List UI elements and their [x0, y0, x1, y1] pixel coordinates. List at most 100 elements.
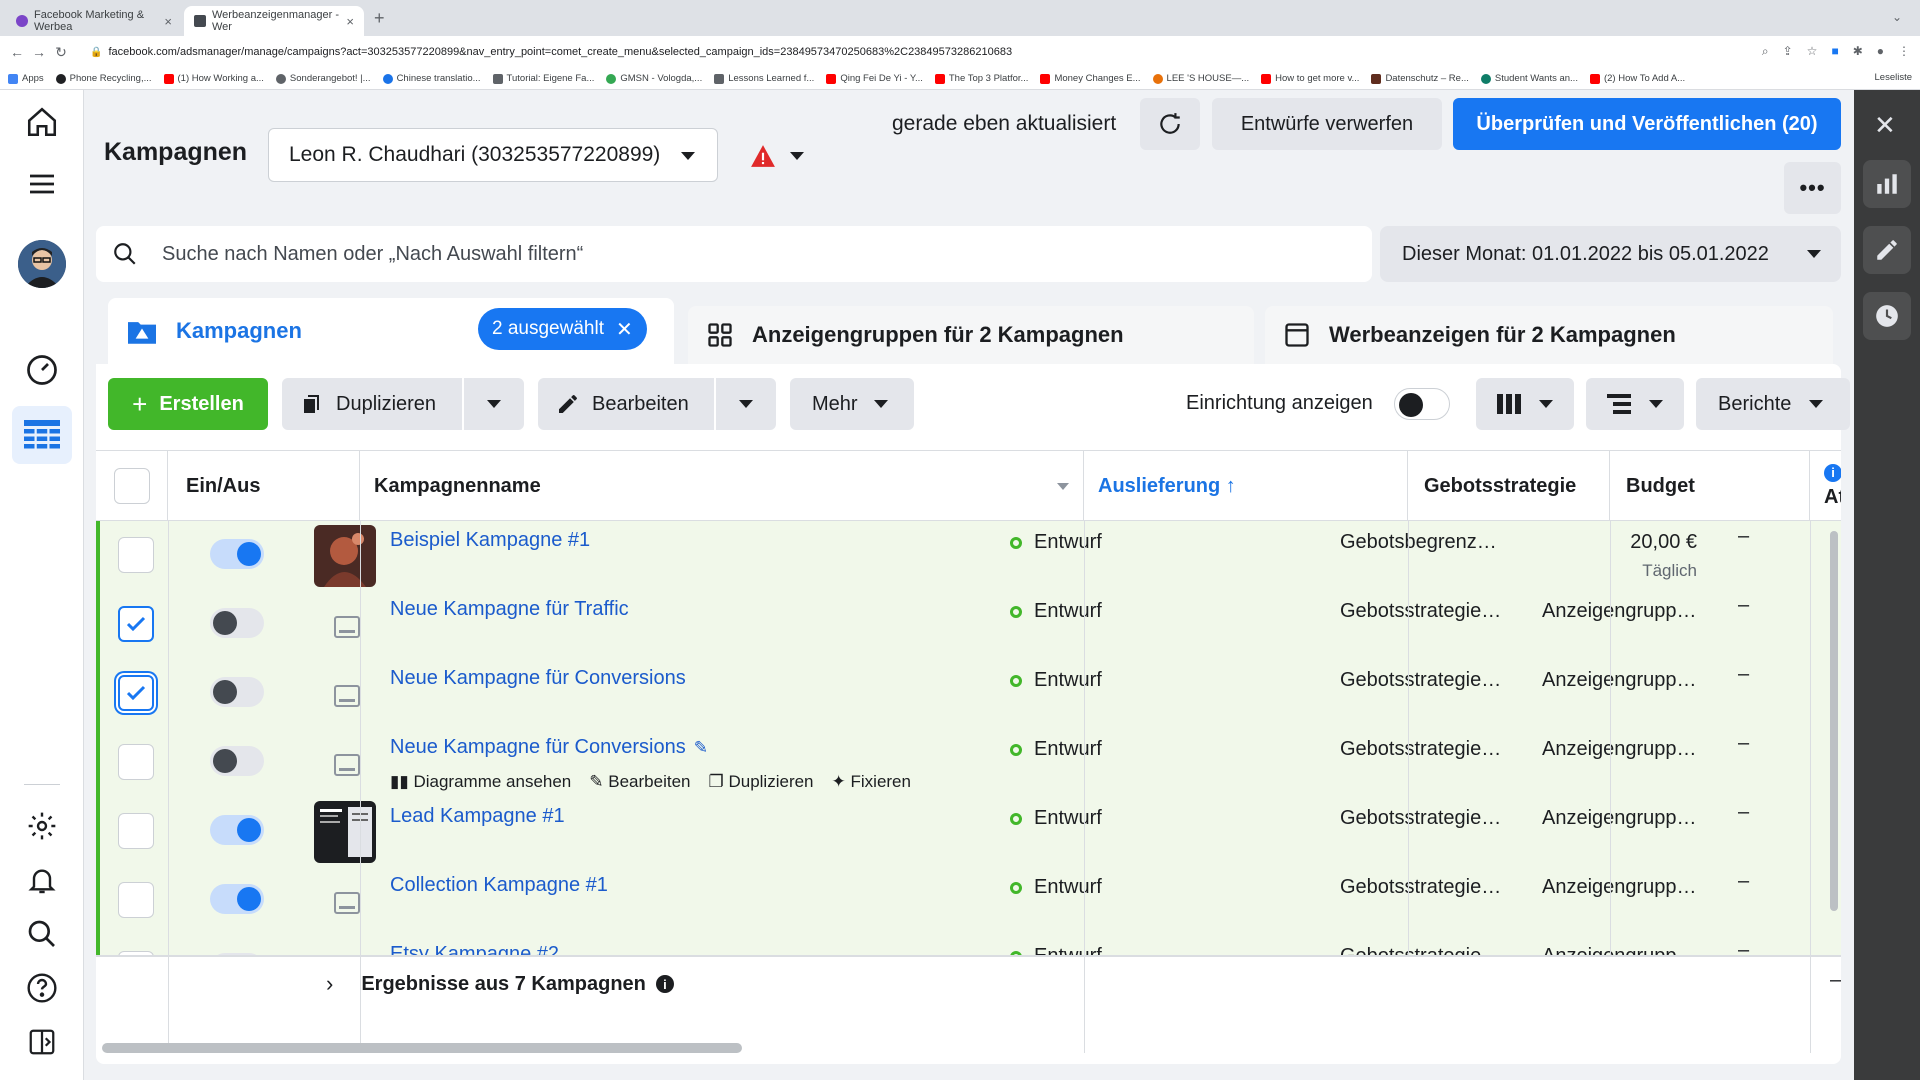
bookmark-item[interactable]: LEE 'S HOUSE—... — [1152, 73, 1249, 84]
url-field[interactable]: 🔒 facebook.com/adsmanager/manage/campaig… — [90, 40, 1830, 64]
campaign-name-link[interactable]: Lead Kampagne #1 — [390, 805, 565, 828]
campaign-name-link[interactable]: Collection Kampagne #1 — [390, 874, 608, 897]
bookmark-apps[interactable]: Apps — [8, 73, 44, 84]
date-range-picker[interactable]: Dieser Monat: 01.01.2022 bis 05.01.2022 — [1380, 226, 1841, 282]
row-checkbox[interactable] — [118, 537, 154, 573]
pin-action[interactable]: ✦ Fixieren — [832, 772, 911, 792]
bookmark-item[interactable]: How to get more v... — [1261, 73, 1359, 84]
browser-tab-2[interactable]: Werbeanzeigenmanager - Wer × — [184, 6, 364, 36]
bookmark-item[interactable]: Money Changes E... — [1040, 73, 1141, 84]
tab-campaigns[interactable]: Kampagnen 2 ausgewählt ✕ — [108, 298, 674, 364]
row-checkbox[interactable] — [118, 675, 154, 711]
bookmark-item[interactable]: GMSN - Vologda,... — [606, 73, 702, 84]
campaign-name-link[interactable]: Neue Kampagne für Conversions — [390, 667, 686, 690]
table-row[interactable]: Neue Kampagne für Conversions ✎ ▮▮ Diagram… — [96, 728, 1841, 797]
row-checkbox[interactable] — [118, 744, 154, 780]
bookmark-item[interactable]: The Top 3 Platfor... — [934, 73, 1028, 84]
header-attribution[interactable]: i Attributions — [1810, 451, 1841, 521]
bookmark-item[interactable]: Datenschutz – Re... — [1371, 73, 1469, 84]
create-button[interactable]: + Erstellen — [108, 378, 268, 430]
home-icon[interactable] — [22, 102, 62, 142]
edit-action[interactable]: ✎ Bearbeiten — [589, 772, 690, 792]
close-tab-icon[interactable]: × — [164, 14, 172, 29]
select-all-checkbox[interactable] — [113, 468, 150, 504]
charts-icon[interactable] — [1863, 160, 1911, 208]
report-problem-icon[interactable] — [22, 1022, 62, 1062]
tab-adsets[interactable]: Anzeigengruppen für 2 Kampagnen — [688, 306, 1254, 364]
history-clock-icon[interactable] — [1863, 292, 1911, 340]
row-checkbox[interactable] — [118, 606, 154, 642]
edit-pencil-icon[interactable] — [1863, 226, 1911, 274]
table-row[interactable]: Collection Kampagne #1 Entwurf Gebotsstrat… — [96, 866, 1841, 935]
bookmark-item[interactable]: Phone Recycling,... — [55, 73, 152, 84]
bookmark-item[interactable]: Chinese translatio... — [382, 73, 481, 84]
duplicate-dropdown-button[interactable] — [464, 378, 524, 430]
reload-icon[interactable]: ↻ — [50, 44, 72, 61]
refresh-button[interactable] — [1140, 98, 1200, 150]
tab-search-chevron-icon[interactable]: ⌄ — [1892, 10, 1902, 24]
rename-pencil-icon[interactable]: ✎ — [694, 738, 708, 757]
bookmark-item[interactable]: Student Wants an... — [1480, 73, 1578, 84]
table-row[interactable]: Lead Kampagne #1 Entwurf Gebotsstrategie… A… — [96, 797, 1841, 866]
warnings-dropdown[interactable] — [750, 144, 804, 168]
bookmark-item[interactable]: Qing Fei De Yi - Y... — [826, 73, 923, 84]
duplicate-button[interactable]: Duplizieren — [282, 378, 462, 430]
browser-menu-icon[interactable]: ⋮ — [1898, 44, 1910, 59]
bookmark-item[interactable]: (2) How To Add A... — [1589, 73, 1685, 84]
campaigns-table-icon[interactable] — [12, 406, 72, 464]
bookmark-item[interactable]: Tutorial: Eigene Fa... — [492, 73, 594, 84]
close-icon[interactable]: ✕ — [1874, 110, 1896, 141]
row-checkbox[interactable] — [118, 813, 154, 849]
edit-dropdown-button[interactable] — [716, 378, 776, 430]
bookmark-star-icon[interactable]: ☆ — [1807, 44, 1818, 59]
bookmark-item[interactable]: (1) How Working a... — [163, 73, 264, 84]
row-checkbox[interactable] — [118, 882, 154, 918]
new-tab-icon[interactable]: + — [374, 8, 385, 29]
forward-icon[interactable]: → — [28, 44, 50, 60]
campaign-onoff-toggle[interactable] — [210, 815, 264, 845]
horizontal-scrollbar[interactable] — [102, 1043, 742, 1053]
clear-selection-icon[interactable]: ✕ — [616, 317, 633, 342]
zoom-icon[interactable]: ⌕ — [1762, 44, 1769, 59]
discard-drafts-button[interactable]: Entwürfe verwerfen — [1212, 98, 1442, 150]
account-selector[interactable]: Leon R. Chaudhari (303253577220899) — [268, 128, 718, 182]
extensions-puzzle-icon[interactable]: ✱ — [1853, 44, 1863, 59]
dashboard-gauge-icon[interactable] — [22, 350, 62, 390]
menu-icon[interactable] — [22, 164, 62, 204]
breakdown-button[interactable] — [1586, 378, 1684, 430]
table-row[interactable]: Neue Kampagne für Conversions Entwurf Gebo… — [96, 659, 1841, 728]
campaign-name-link[interactable]: Beispiel Kampagne #1 — [390, 529, 590, 552]
bookmark-item[interactable]: Sonderangebot! |... — [275, 73, 371, 84]
reading-list[interactable]: Leseliste — [1875, 72, 1913, 83]
facebook-extension-icon[interactable]: ■ — [1831, 44, 1838, 59]
table-row[interactable]: Neue Kampagne für Traffic Entwurf Gebotsst… — [96, 590, 1841, 659]
close-tab-icon[interactable]: × — [346, 14, 354, 29]
header-delivery[interactable]: Auslieferung ↑ — [1084, 451, 1408, 521]
settings-gear-icon[interactable] — [22, 806, 62, 846]
back-icon[interactable]: ← — [6, 44, 28, 60]
search-icon[interactable] — [22, 914, 62, 954]
campaign-name-link[interactable]: Neue Kampagne für Traffic — [390, 598, 629, 621]
search-input[interactable]: Suche nach Namen oder „Nach Auswahl filt… — [96, 226, 1372, 282]
tab-ads[interactable]: Werbeanzeigen für 2 Kampagnen — [1265, 306, 1833, 364]
help-icon[interactable] — [22, 968, 62, 1008]
header-bid-strategy[interactable]: Gebotsstrategie — [1408, 451, 1610, 521]
campaign-name-link[interactable]: Neue Kampagne für Conversions ✎ — [390, 736, 708, 759]
view-charts-action[interactable]: ▮▮ Diagramme ansehen — [390, 772, 571, 792]
avatar[interactable] — [18, 240, 66, 288]
campaign-onoff-toggle[interactable] — [210, 746, 264, 776]
selected-count-pill[interactable]: 2 ausgewählt ✕ — [478, 308, 647, 350]
header-campaign-name[interactable]: Kampagnenname — [360, 451, 1084, 521]
show-setup-toggle[interactable] — [1394, 388, 1450, 420]
reports-button[interactable]: Berichte — [1696, 378, 1850, 430]
header-budget[interactable]: Budget — [1610, 451, 1810, 521]
columns-button[interactable] — [1476, 378, 1574, 430]
totals-expand[interactable]: › Ergebnisse aus 7 Kampagnen i — [326, 971, 674, 997]
campaign-onoff-toggle[interactable] — [210, 884, 264, 914]
more-options-button[interactable]: ••• — [1784, 162, 1841, 214]
edit-button[interactable]: Bearbeiten — [538, 378, 714, 430]
header-onoff[interactable]: Ein/Aus — [168, 451, 360, 521]
campaign-onoff-toggle[interactable] — [210, 539, 264, 569]
campaign-onoff-toggle[interactable] — [210, 608, 264, 638]
more-button[interactable]: Mehr — [790, 378, 914, 430]
